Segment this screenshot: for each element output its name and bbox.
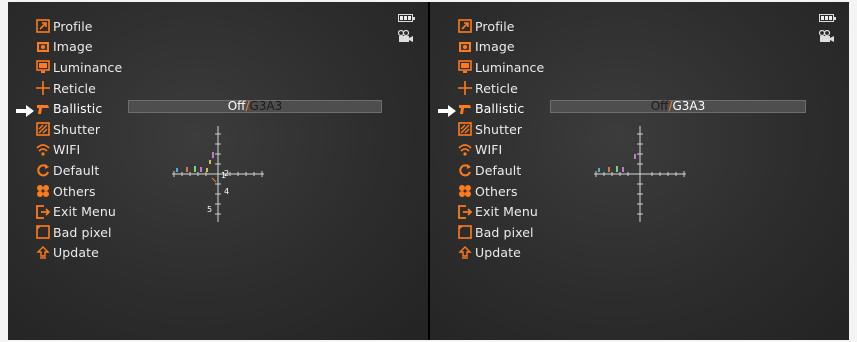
- menu-label: Others: [475, 183, 518, 199]
- menu-item-exit-menu[interactable]: Exit Menu: [438, 201, 544, 222]
- menu-item-image[interactable]: Image: [16, 37, 122, 58]
- menu-label: Reticle: [53, 80, 96, 96]
- luminance-icon: [458, 60, 472, 74]
- arrow-right-icon: [16, 102, 34, 118]
- ballistic-icon: [458, 102, 472, 116]
- status-area: [818, 14, 839, 46]
- menu-item-wifi[interactable]: WIFI: [16, 140, 122, 161]
- menu-label: Reticle: [475, 80, 518, 96]
- menu-screen-right: Profile Image Luminance Reticle Ballisti…: [430, 2, 849, 340]
- ballistic-icon: [36, 102, 50, 116]
- update-icon: [36, 245, 50, 260]
- battery-icon: [819, 14, 836, 22]
- menu-item-ballistic[interactable]: Ballistic: [16, 98, 122, 119]
- menu-item-update[interactable]: Update: [16, 243, 122, 264]
- menu-item-shutter[interactable]: Shutter: [16, 119, 122, 140]
- shutter-icon: [458, 122, 472, 137]
- menu-label: Luminance: [53, 59, 123, 75]
- menu-item-default[interactable]: Default: [438, 160, 544, 181]
- menu-item-others[interactable]: Others: [438, 181, 544, 202]
- arrow-right-icon: [438, 102, 456, 118]
- menu-item-image[interactable]: Image: [438, 37, 544, 58]
- exit-menu-icon: [458, 204, 472, 219]
- others-icon: [458, 184, 472, 198]
- reticle-preview-left: 1 2 4 5: [170, 124, 266, 224]
- menu-item-exit-menu[interactable]: Exit Menu: [16, 201, 122, 222]
- menu-label: Default: [475, 162, 522, 178]
- menu-label: Exit Menu: [53, 204, 116, 220]
- video-camera-icon: [397, 27, 418, 46]
- menu-label: Profile: [475, 18, 515, 34]
- ballistic-off-option[interactable]: Off: [228, 99, 246, 113]
- menu-screen-left: Profile Image Luminance Reticle Ballisti…: [8, 2, 428, 340]
- profile-icon: [36, 19, 50, 34]
- menu-item-ballistic[interactable]: Ballistic: [438, 98, 544, 119]
- reticle-preview-right: [592, 124, 688, 224]
- menu-item-wifi[interactable]: WIFI: [438, 140, 544, 161]
- menu-item-bad-pixel[interactable]: Bad pixel: [16, 222, 122, 243]
- menu-label: Others: [53, 183, 96, 199]
- ballistic-off-option[interactable]: Off: [651, 99, 669, 113]
- bad-pixel-icon: [458, 225, 472, 240]
- menu-item-update[interactable]: Update: [438, 243, 544, 264]
- menu-item-profile[interactable]: Profile: [438, 16, 544, 37]
- menu-item-luminance[interactable]: Luminance: [438, 57, 544, 78]
- menu-label: Profile: [53, 18, 93, 34]
- ballistic-profile-option[interactable]: G3A3: [249, 99, 282, 113]
- default-icon: [36, 163, 50, 177]
- menu-item-profile[interactable]: Profile: [16, 16, 122, 37]
- menu-item-luminance[interactable]: Luminance: [16, 57, 122, 78]
- menu-label: WIFI: [53, 142, 81, 158]
- menu-item-others[interactable]: Others: [16, 181, 122, 202]
- profile-icon: [458, 19, 472, 34]
- menu-label: Shutter: [53, 121, 101, 137]
- reticle-icon: [458, 81, 472, 96]
- menu-item-bad-pixel[interactable]: Bad pixel: [438, 222, 544, 243]
- reticle-number: 5: [207, 205, 212, 214]
- luminance-icon: [36, 60, 50, 74]
- video-camera-icon: [818, 27, 839, 46]
- update-icon: [458, 245, 472, 260]
- reticle-number: 4: [224, 187, 229, 196]
- device-screens: Profile Image Luminance Reticle Ballisti…: [0, 0, 857, 342]
- reticle-icon: [36, 81, 50, 96]
- menu-label: Exit Menu: [475, 204, 538, 220]
- ballistic-value-bar[interactable]: Off/G3A3: [550, 100, 806, 113]
- image-icon: [458, 40, 472, 54]
- menu-label: Image: [475, 39, 515, 55]
- battery-icon: [398, 14, 415, 22]
- menu-label: Bad pixel: [475, 224, 534, 240]
- wifi-icon: [36, 143, 50, 157]
- menu-label: Update: [53, 245, 99, 261]
- status-area: [397, 14, 418, 46]
- bad-pixel-icon: [36, 225, 50, 240]
- menu-label: Shutter: [475, 121, 523, 137]
- ballistic-profile-option[interactable]: G3A3: [672, 99, 705, 113]
- menu-item-reticle[interactable]: Reticle: [16, 78, 122, 99]
- menu-label: Image: [53, 39, 93, 55]
- others-icon: [36, 184, 50, 198]
- menu-item-shutter[interactable]: Shutter: [438, 119, 544, 140]
- menu-label: Default: [53, 162, 100, 178]
- main-menu: Profile Image Luminance Reticle Ballisti…: [438, 16, 544, 263]
- menu-item-default[interactable]: Default: [16, 160, 122, 181]
- wifi-icon: [458, 143, 472, 157]
- menu-label: Luminance: [475, 59, 545, 75]
- exit-menu-icon: [36, 204, 50, 219]
- default-icon: [458, 163, 472, 177]
- menu-label: Bad pixel: [53, 224, 112, 240]
- main-menu: Profile Image Luminance Reticle Ballisti…: [16, 16, 122, 263]
- menu-label: Update: [475, 245, 521, 261]
- reticle-number: 2: [224, 169, 229, 178]
- menu-item-reticle[interactable]: Reticle: [438, 78, 544, 99]
- ballistic-value-bar[interactable]: Off/G3A3: [128, 100, 382, 113]
- menu-label: Ballistic: [53, 101, 103, 117]
- menu-label: WIFI: [475, 142, 503, 158]
- image-icon: [36, 40, 50, 54]
- menu-label: Ballistic: [475, 101, 525, 117]
- shutter-icon: [36, 122, 50, 137]
